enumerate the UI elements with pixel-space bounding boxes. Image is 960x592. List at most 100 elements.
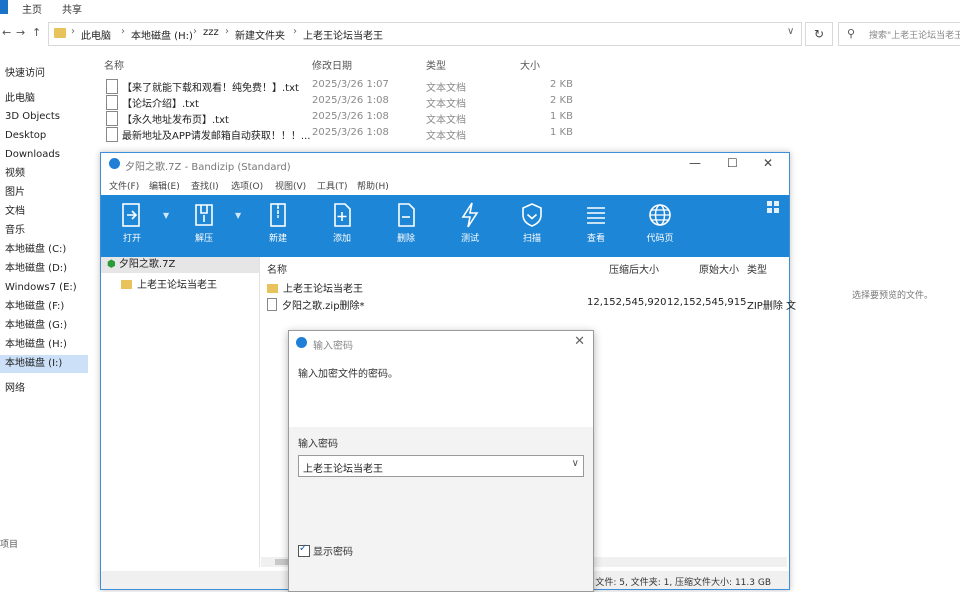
dialog-message: 输入加密文件的密码。: [298, 369, 398, 380]
file-row[interactable]: 【来了就能下载和观看！纯免费！】.txt 2025/3/26 1:07 文本文档…: [100, 78, 790, 94]
chevron-right-icon: ›: [193, 26, 197, 37]
file-row[interactable]: 最新地址及APP请发邮箱自动获取！！！... 2025/3/26 1:08 文本…: [100, 126, 790, 142]
text-file-icon: [106, 79, 118, 94]
show-password-checkbox[interactable]: 显示密码: [298, 543, 353, 558]
checkbox-checked-icon[interactable]: [298, 543, 310, 557]
address-row: ← → ↑ › 此电脑 › 本地磁盘 (H:) › zzz › 新建文件夹 › …: [0, 18, 960, 48]
open-button[interactable]: 打开: [107, 199, 157, 253]
column-type[interactable]: 类型: [747, 261, 767, 276]
nav-quick-access[interactable]: 快速访问: [0, 65, 88, 83]
folder-icon: [121, 280, 132, 289]
breadcrumb-current[interactable]: 上老王论坛当老王: [303, 27, 383, 42]
tree-folder[interactable]: 上老王论坛当老王: [121, 276, 217, 291]
nav-videos[interactable]: 视频: [0, 165, 88, 183]
nav-drive-i[interactable]: 本地磁盘 (I:): [0, 355, 88, 373]
bandizip-titlebar[interactable]: 夕阳之歌.7Z - Bandizip (Standard) — ☐ ✕: [101, 153, 789, 175]
shield-icon: [522, 203, 542, 227]
nav-drive-f[interactable]: 本地磁盘 (F:): [0, 298, 88, 316]
menu-options[interactable]: 选项(O): [231, 179, 263, 192]
chevron-right-icon: ›: [293, 26, 297, 37]
archive-icon: ⬢: [107, 259, 116, 270]
menu-help[interactable]: 帮助(H): [357, 179, 389, 192]
file-icon: [267, 298, 277, 311]
password-input[interactable]: 上老王论坛当老王 ∨: [298, 455, 584, 477]
menu-find[interactable]: 查找(I): [191, 179, 219, 192]
file-tab-accent[interactable]: [0, 0, 8, 14]
column-type[interactable]: 类型: [426, 57, 446, 72]
dropdown-arrow-icon[interactable]: ▼: [235, 211, 241, 220]
column-name[interactable]: 名称: [104, 57, 124, 72]
globe-icon: [649, 204, 671, 226]
extract-icon: [195, 204, 213, 226]
maximize-button[interactable]: ☐: [727, 156, 738, 170]
dialog-message-area: 输入加密文件的密码。: [289, 355, 593, 427]
nav-desktop[interactable]: Desktop: [0, 127, 88, 145]
breadcrumb-this-pc[interactable]: 此电脑: [81, 27, 111, 42]
bandizip-app-icon: [109, 158, 120, 169]
nav-drive-g[interactable]: 本地磁盘 (G:): [0, 317, 88, 335]
address-bar[interactable]: › 此电脑 › 本地磁盘 (H:) › zzz › 新建文件夹 › 上老王论坛当…: [48, 22, 802, 46]
close-button[interactable]: ✕: [763, 156, 773, 170]
nav-downloads[interactable]: Downloads: [0, 146, 88, 164]
breadcrumb-drive-h[interactable]: 本地磁盘 (H:): [131, 27, 193, 42]
archive-row-folder[interactable]: 上老王论坛当老王: [267, 280, 363, 295]
forward-icon[interactable]: →: [16, 26, 25, 39]
dialog-close-button[interactable]: ✕: [574, 334, 585, 349]
menu-tools[interactable]: 工具(T): [317, 179, 348, 192]
menu-view[interactable]: 视图(V): [275, 179, 306, 192]
test-button[interactable]: 测试: [445, 199, 495, 253]
bandizip-app-icon: [296, 337, 307, 348]
archive-row-file[interactable]: 夕阳之歌.zip删除* 12,152,545,920 12,152,545,91…: [267, 297, 796, 312]
up-icon[interactable]: ↑: [32, 26, 41, 39]
nav-documents[interactable]: 文档: [0, 203, 88, 221]
column-name[interactable]: 名称: [267, 261, 287, 276]
column-date[interactable]: 修改日期: [312, 57, 352, 72]
explorer-ribbon: 主页 共享: [0, 0, 960, 16]
file-row[interactable]: 【永久地址发布页】.txt 2025/3/26 1:08 文本文档 1 KB: [100, 110, 790, 126]
file-row[interactable]: 【论坛介绍】.txt 2025/3/26 1:08 文本文档 2 KB: [100, 94, 790, 110]
dialog-titlebar[interactable]: 输入密码 ✕: [289, 331, 593, 355]
menu-edit[interactable]: 编辑(E): [149, 179, 180, 192]
nav-drive-e[interactable]: Windows7 (E:): [0, 279, 88, 297]
nav-drive-c[interactable]: 本地磁盘 (C:): [0, 241, 88, 259]
chevron-right-icon: ›: [71, 26, 75, 37]
refresh-button[interactable]: ↻: [805, 22, 833, 46]
navigation-pane: 快速访问 此电脑 3D Objects Desktop Downloads 视频…: [0, 58, 88, 590]
back-icon[interactable]: ←: [2, 26, 11, 39]
column-original-size[interactable]: 原始大小: [699, 261, 739, 276]
layout-grid-icon[interactable]: [767, 201, 779, 213]
search-placeholder[interactable]: 搜索"上老王论坛当老王": [869, 28, 960, 41]
tab-share[interactable]: 共享: [62, 1, 82, 16]
bandizip-toolbar: 打开 ▼ 解压 ▼ 新建 添加 删除 测试 扫描 查看 代码页: [101, 195, 789, 257]
bandizip-menubar: 文件(F) 编辑(E) 查找(I) 选项(O) 视图(V) 工具(T) 帮助(H…: [101, 177, 789, 193]
delete-button[interactable]: 删除: [381, 199, 431, 253]
folder-icon: [267, 284, 278, 293]
tab-home[interactable]: 主页: [22, 1, 42, 16]
breadcrumb-zzz[interactable]: zzz: [203, 27, 219, 38]
breadcrumb-new-folder[interactable]: 新建文件夹: [235, 27, 285, 42]
extract-button[interactable]: 解压: [179, 199, 229, 253]
menu-file[interactable]: 文件(F): [109, 179, 139, 192]
chevron-right-icon: ›: [225, 26, 229, 37]
nav-3d-objects[interactable]: 3D Objects: [0, 108, 88, 126]
chevron-down-icon[interactable]: ∨: [572, 458, 579, 469]
tree-root[interactable]: ⬢ 夕阳之歌.7Z: [101, 257, 259, 273]
column-size[interactable]: 大小: [520, 57, 540, 72]
minimize-button[interactable]: —: [689, 156, 701, 170]
scan-button[interactable]: 扫描: [507, 199, 557, 253]
new-archive-button[interactable]: 新建: [253, 199, 303, 253]
nav-drive-h[interactable]: 本地磁盘 (H:): [0, 336, 88, 354]
chevron-down-icon[interactable]: ∨: [787, 26, 794, 37]
add-button[interactable]: 添加: [317, 199, 367, 253]
search-box[interactable]: ⚲ 搜索"上老王论坛当老王": [838, 22, 960, 46]
view-button[interactable]: 查看: [571, 199, 621, 253]
column-compressed-size[interactable]: 压缩后大小: [609, 261, 659, 276]
nav-network[interactable]: 网络: [0, 380, 88, 398]
nav-this-pc[interactable]: 此电脑: [0, 90, 88, 108]
dropdown-arrow-icon[interactable]: ▼: [163, 211, 169, 220]
codepage-button[interactable]: 代码页: [635, 199, 685, 253]
preview-pane-message: 选择要预览的文件。: [852, 291, 934, 301]
nav-music[interactable]: 音乐: [0, 222, 88, 240]
nav-pictures[interactable]: 图片: [0, 184, 88, 202]
nav-drive-d[interactable]: 本地磁盘 (D:): [0, 260, 88, 278]
